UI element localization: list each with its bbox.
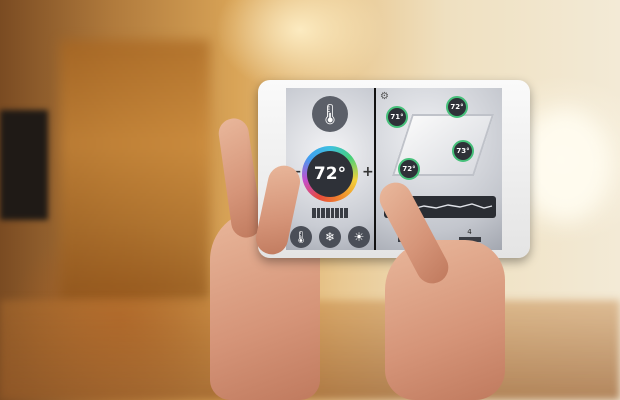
- zone-number: 4: [467, 228, 472, 236]
- tv-background: [0, 110, 48, 220]
- increase-temp-button[interactable]: +: [362, 164, 374, 180]
- left-fingers: [216, 116, 264, 240]
- snowflake-icon[interactable]: ❄: [319, 226, 341, 248]
- gear-icon[interactable]: ⚙: [380, 91, 389, 102]
- mode-buttons: 🌡 ❄ ☀: [290, 226, 370, 248]
- lamp-light: [520, 110, 610, 220]
- fan-level-bars: [312, 208, 348, 218]
- room-badge-2[interactable]: 72°: [446, 96, 468, 118]
- temperature-dial[interactable]: 72°: [302, 146, 358, 202]
- shelf-background: [60, 40, 210, 300]
- current-temperature: 72°: [307, 151, 353, 197]
- thermostat-panel: 🌡 − 72° + 🌡 ❄ ☀: [286, 88, 374, 250]
- sun-icon[interactable]: ☀: [348, 226, 370, 248]
- living-room-scene: 🌡 − 72° + 🌡 ❄ ☀ ⚙ 71° 72°: [0, 0, 620, 400]
- room-badge-3[interactable]: 73°: [452, 140, 474, 162]
- thermometer-icon[interactable]: 🌡: [312, 96, 348, 132]
- room-badge-4[interactable]: 72°: [398, 158, 420, 180]
- room-badge-1[interactable]: 71°: [386, 106, 408, 128]
- thermometer-icon[interactable]: 🌡: [290, 226, 312, 248]
